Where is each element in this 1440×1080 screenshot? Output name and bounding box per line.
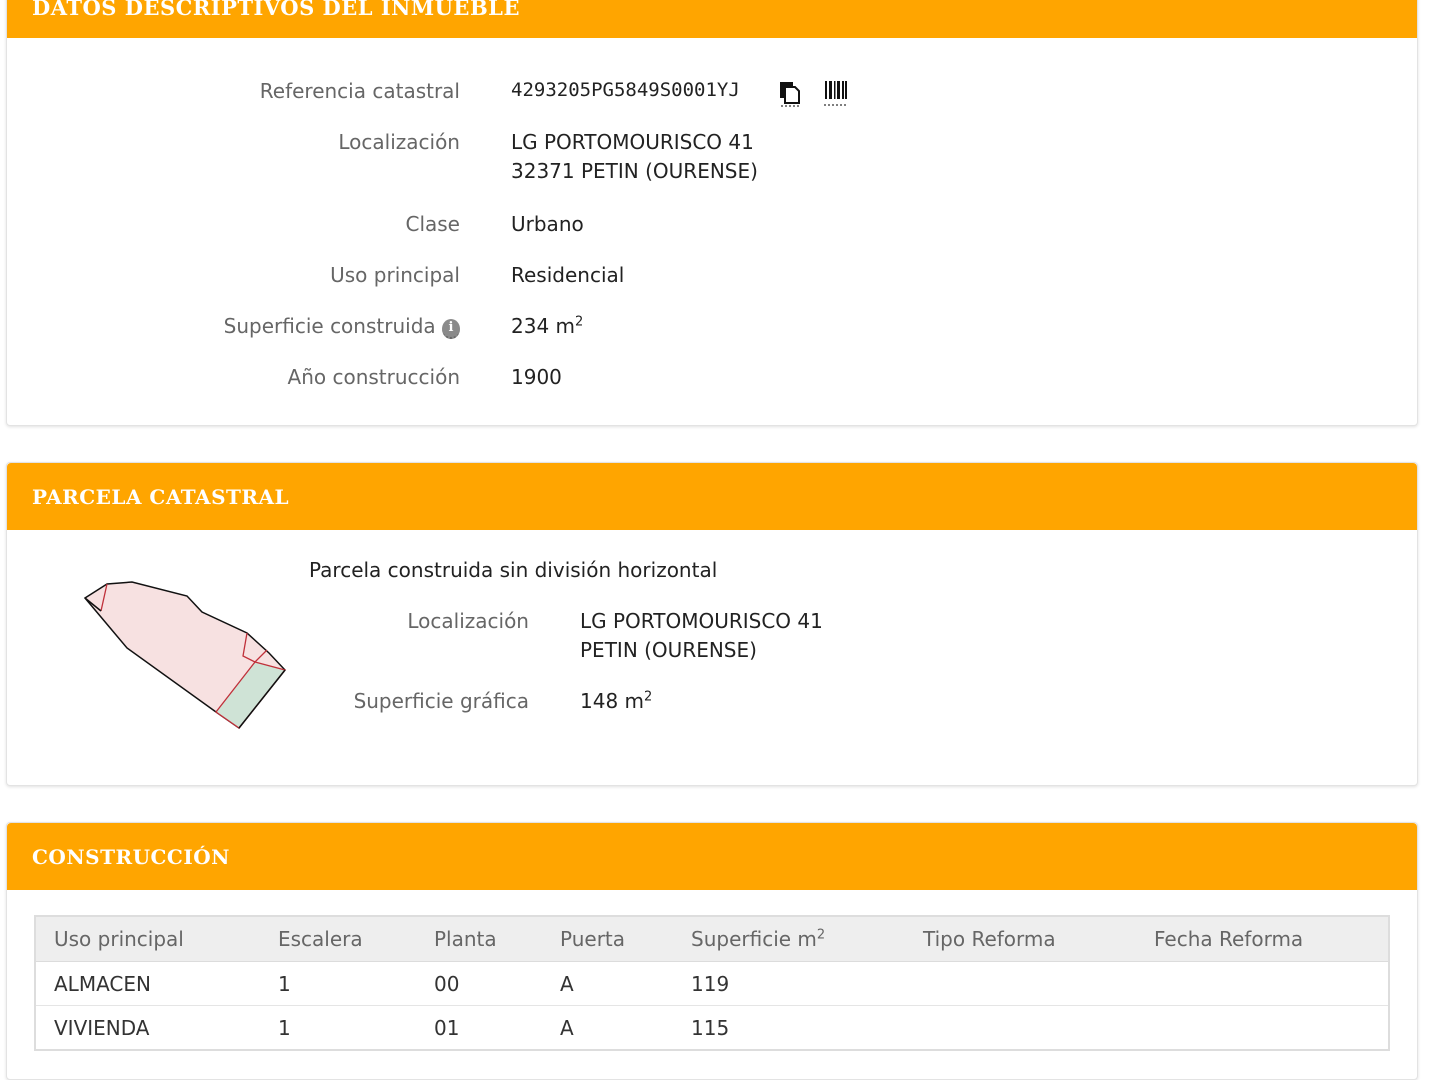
col-planta: Planta [416, 916, 542, 962]
clase-value: Urbano [511, 212, 584, 236]
parcela-subtitle: Parcela construida sin división horizont… [309, 558, 718, 582]
parcela-localizacion-line2: PETIN (OURENSE) [580, 638, 757, 662]
anio-construccion-label: Año construcción [287, 365, 460, 389]
col-superficie-exponent: 2 [816, 927, 826, 943]
col-tipo-reforma: Tipo Reforma [905, 916, 1136, 962]
superficie-grafica-value: 148 m2 [580, 689, 652, 713]
anio-construccion-value: 1900 [511, 365, 562, 389]
barcode-icon[interactable] [823, 79, 849, 111]
cell-superficie: 119 [673, 961, 905, 1006]
table-row: VIVIENDA 1 01 A 115 [35, 1005, 1389, 1050]
superficie-grafica-number: 148 m [580, 689, 645, 713]
cell-uso: ALMACEN [35, 961, 260, 1006]
cell-puerta: A [542, 1005, 673, 1050]
parcela-panel: PARCELA CATASTRAL Parcela construida sin… [6, 462, 1418, 786]
cell-planta: 00 [416, 961, 542, 1006]
col-uso-principal: Uso principal [35, 916, 260, 962]
col-superficie: Superficie m2 [673, 916, 905, 962]
col-superficie-text: Superficie m [691, 927, 817, 951]
cell-fecha-reforma [1136, 961, 1389, 1006]
localizacion-line1: LG PORTOMOURISCO 41 [511, 130, 754, 154]
uso-principal-value: Residencial [511, 263, 625, 287]
superficie-construida-text: Superficie construida [223, 314, 436, 338]
cell-fecha-reforma [1136, 1005, 1389, 1050]
inmueble-panel: DATOS DESCRIPTIVOS DEL INMUEBLE Referenc… [6, 0, 1418, 426]
cell-planta: 01 [416, 1005, 542, 1050]
col-fecha-reforma: Fecha Reforma [1136, 916, 1389, 962]
cell-superficie: 115 [673, 1005, 905, 1050]
parcela-localizacion-label: Localización [407, 609, 529, 633]
construccion-table: Uso principal Escalera Planta Puerta Sup… [34, 915, 1390, 1051]
localizacion-label: Localización [338, 130, 460, 154]
construccion-panel: CONSTRUCCIÓN Uso principal Escalera Plan… [6, 822, 1418, 1080]
parcela-panel-title: PARCELA CATASTRAL [7, 463, 1417, 530]
ref-catastral-value: 4293205PG5849S0001YJ [511, 79, 740, 101]
superficie-construida-exponent: 2 [575, 314, 584, 330]
construccion-panel-title: CONSTRUCCIÓN [7, 823, 1417, 890]
table-row: ALMACEN 1 00 A 119 [35, 961, 1389, 1006]
localizacion-line2: 32371 PETIN (OURENSE) [511, 159, 758, 183]
cell-uso: VIVIENDA [35, 1005, 260, 1050]
copy-icon[interactable] [777, 79, 801, 111]
table-header-row: Uso principal Escalera Planta Puerta Sup… [35, 916, 1389, 962]
superficie-construida-label: Superficie construida i [224, 314, 460, 339]
parcela-localizacion-line1: LG PORTOMOURISCO 41 [580, 609, 823, 633]
superficie-grafica-label: Superficie gráfica [353, 689, 529, 713]
cell-tipo-reforma [905, 961, 1136, 1006]
cell-tipo-reforma [905, 1005, 1136, 1050]
parcel-map-thumbnail[interactable] [77, 578, 297, 733]
cell-escalera: 1 [260, 1005, 416, 1050]
clase-label: Clase [405, 212, 460, 236]
inmueble-panel-title: DATOS DESCRIPTIVOS DEL INMUEBLE [7, 0, 1417, 38]
uso-principal-label: Uso principal [330, 263, 460, 287]
superficie-construida-number: 234 m [511, 314, 576, 338]
superficie-grafica-exponent: 2 [644, 689, 653, 705]
cell-puerta: A [542, 961, 673, 1006]
col-escalera: Escalera [260, 916, 416, 962]
cell-escalera: 1 [260, 961, 416, 1006]
superficie-construida-value: 234 m2 [511, 314, 583, 338]
ref-catastral-label: Referencia catastral [259, 79, 460, 103]
info-icon[interactable]: i [442, 319, 460, 339]
col-puerta: Puerta [542, 916, 673, 962]
